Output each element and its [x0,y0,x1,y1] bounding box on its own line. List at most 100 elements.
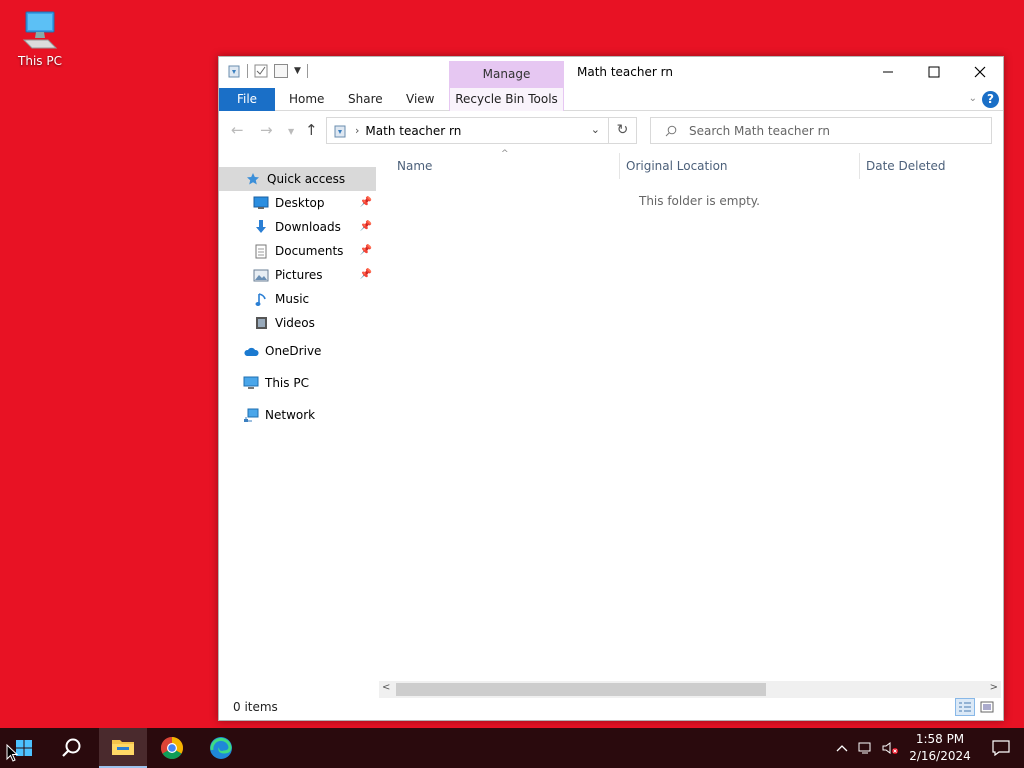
maximize-button[interactable] [911,57,957,87]
nav-item-label: Videos [275,316,315,330]
toolbar-separator [306,64,308,78]
sort-ascending-icon: ^ [501,149,509,159]
properties-icon[interactable] [254,64,268,78]
scrollbar-thumb[interactable] [396,683,766,696]
computer-icon [243,375,259,391]
nav-item-documents[interactable]: Documents 📌 [219,239,376,263]
help-icon[interactable]: ? [982,91,999,108]
title-bar: ▼ Manage Math teacher rn [219,57,1003,88]
desktop-icon-this-pc[interactable]: This PC [12,8,68,68]
mouse-cursor-icon [6,744,18,762]
nav-item-label: Quick access [267,172,346,186]
nav-item-label: Music [275,292,310,306]
new-folder-icon[interactable] [274,64,288,78]
tab-home[interactable]: Home [289,88,324,111]
edge-icon [210,737,232,759]
ribbon-tabs: File Home Share View Recycle Bin Tools ⌄… [219,88,1003,111]
view-switcher [955,698,997,716]
recent-locations-dropdown[interactable]: ▼ [288,127,294,136]
nav-item-downloads[interactable]: Downloads 📌 [219,215,376,239]
address-row: ← → ▼ ↑ › Math teacher rn ⌄ ↻ Search Mat… [219,115,1003,147]
column-header-name[interactable]: Name [397,153,432,179]
refresh-button[interactable]: ↻ [608,117,637,144]
column-divider[interactable] [859,153,860,179]
cloud-icon [243,343,259,359]
nav-item-network[interactable]: Network [219,399,376,431]
desktop-folder-icon [253,195,269,211]
navigation-pane: Quick access Desktop 📌 Downloads 📌 Docum… [219,167,376,431]
nav-item-music[interactable]: Music [219,287,376,311]
nav-item-this-pc[interactable]: This PC [219,367,376,399]
taskbar-file-explorer[interactable] [99,728,147,768]
pin-icon: 📌 [359,221,372,232]
pin-icon: 📌 [359,197,372,208]
scroll-left-arrow-icon[interactable]: < [382,682,390,693]
clock-time: 1:58 PM [915,732,965,746]
window-controls [865,57,1003,87]
nav-item-label: Documents [275,244,344,258]
large-icons-view-icon[interactable] [977,698,997,716]
nav-item-desktop[interactable]: Desktop 📌 [219,191,376,215]
minimize-button[interactable] [865,57,911,87]
tab-share[interactable]: Share [348,88,383,111]
forward-button[interactable]: → [260,121,273,139]
tab-file[interactable]: File [219,88,275,111]
recycle-bin-location-icon [334,125,346,137]
desktop-icon-label: This PC [18,54,62,68]
breadcrumb[interactable]: Math teacher rn [365,124,461,138]
nav-item-pictures[interactable]: Pictures 📌 [219,263,376,287]
nav-item-label: OneDrive [265,344,322,358]
empty-folder-message: This folder is empty. [639,194,760,208]
nav-item-label: Network [265,408,316,422]
document-icon [253,243,269,259]
file-explorer-icon [112,740,134,755]
network-icon [243,407,259,423]
column-divider[interactable] [619,153,620,179]
column-header-date-deleted[interactable]: Date Deleted [866,153,946,179]
manage-context-tab[interactable]: Manage [449,61,564,88]
nav-item-quick-access[interactable]: Quick access [219,167,376,191]
this-pc-icon [22,11,58,49]
close-button[interactable] [957,57,1003,87]
volume-muted-icon[interactable] [878,741,902,755]
taskbar: 1:58 PM 2/16/2024 [0,728,1024,768]
up-button[interactable]: ↑ [305,121,318,139]
taskbar-search-button[interactable] [48,728,96,768]
system-tray: 1:58 PM 2/16/2024 [830,728,1024,768]
quick-access-toolbar: ▼ [227,64,308,78]
chrome-icon [161,737,183,759]
tab-view[interactable]: View [406,88,434,111]
chevron-up-icon[interactable] [830,744,854,752]
details-view-icon[interactable] [955,698,975,716]
breadcrumb-chevron-icon[interactable]: › [355,124,359,137]
star-icon [245,171,261,187]
address-dropdown-chevron-icon[interactable]: ⌄ [591,123,600,136]
nav-item-label: Desktop [275,196,325,210]
search-icon [62,738,81,757]
customize-toolbar-dropdown[interactable]: ▼ [294,66,301,76]
recycle-bin-small-icon[interactable] [227,64,241,78]
film-strip-icon [253,315,269,331]
clock-date: 2/16/2024 [909,749,971,763]
taskbar-chrome[interactable] [148,728,196,768]
nav-item-label: Pictures [275,268,323,282]
window-title: Math teacher rn [577,65,673,79]
pictures-icon [253,267,269,283]
nav-item-label: This PC [265,376,309,390]
music-note-icon [253,291,269,307]
status-bar: 0 items [219,696,1003,720]
taskbar-edge[interactable] [197,728,245,768]
search-input[interactable]: Search Math teacher rn [650,117,992,144]
scroll-right-arrow-icon[interactable]: > [990,682,998,693]
nav-item-videos[interactable]: Videos [219,311,376,335]
tab-recycle-bin-tools[interactable]: Recycle Bin Tools [449,88,564,111]
network-status-icon[interactable] [854,741,878,755]
back-button[interactable]: ← [231,121,244,139]
taskbar-clock[interactable]: 1:58 PM 2/16/2024 [902,731,978,765]
nav-item-onedrive[interactable]: OneDrive [219,335,376,367]
address-bar[interactable]: › Math teacher rn ⌄ [326,117,609,144]
notification-center-icon[interactable] [978,740,1024,756]
column-header-original-location[interactable]: Original Location [626,153,728,179]
close-icon [974,66,986,78]
expand-ribbon-chevron-icon[interactable]: ⌄ [969,93,977,104]
